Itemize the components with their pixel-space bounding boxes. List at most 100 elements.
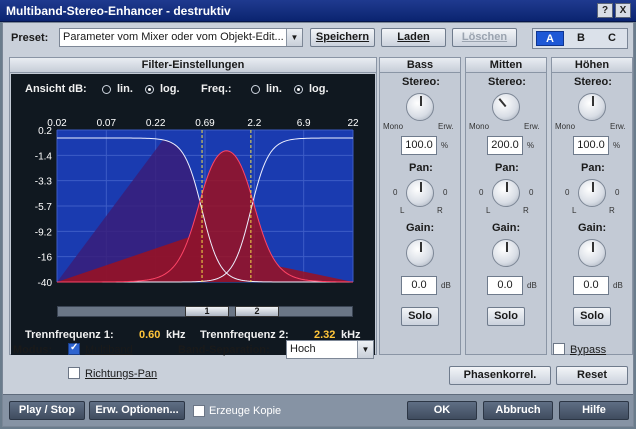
filter-panel-title: Filter-Einstellungen	[10, 58, 376, 73]
erw-label: Erw.	[438, 122, 454, 131]
pan-knob[interactable]	[578, 179, 606, 207]
db-unit: dB	[527, 281, 537, 290]
gain-label: Gain:	[578, 222, 607, 234]
gain-value-field[interactable]: 0.0	[487, 276, 523, 295]
freq-label: Freq.:	[201, 83, 232, 95]
gain-value-field[interactable]: 0.0	[573, 276, 609, 295]
extended-options-button[interactable]: Erw. Optionen...	[89, 401, 185, 420]
play-stop-button[interactable]: Play / Stop	[9, 401, 85, 420]
solo-button[interactable]: Solo	[573, 307, 611, 326]
y-tick-label: -5.7	[35, 202, 53, 213]
stereo-value-field[interactable]: 100.0	[573, 136, 609, 155]
footer-bar: Play / Stop Erw. Optionen... Erzeuge Kop…	[3, 394, 633, 426]
freq-lin-radio[interactable]	[251, 85, 260, 94]
x-tick-label: 2.2	[247, 118, 261, 129]
cut1-label: Trennfrequenz 1:	[25, 329, 114, 341]
multiband-checkbox[interactable]	[68, 342, 80, 355]
mono-label: Mono	[469, 122, 490, 131]
title-bar: Multiband-Stereo-Enhancer - destruktiv ?…	[0, 0, 636, 22]
phase-correlation-button[interactable]: Phasenkorrel.	[449, 366, 551, 385]
db-unit: dB	[441, 281, 451, 290]
db-unit: dB	[613, 281, 623, 290]
band-panel-2: Höhen Stereo: Mono Erw. 100.0 % Pan: 0 0…	[551, 57, 633, 355]
view-db-log-label: log.	[160, 83, 180, 95]
erw-label: Erw.	[524, 122, 540, 131]
band-title: Höhen	[552, 58, 632, 73]
y-tick-label: -9.2	[35, 227, 53, 238]
cut2-label: Trennfrequenz 2:	[200, 329, 289, 341]
frequency-response-graph[interactable]: 0.02 0.07 0.22 0.69 2.2 6.9 220.2-1.4-3.3-5.7-…	[12, 114, 374, 304]
y-tick-label: -40	[38, 278, 53, 289]
stereo-value-field[interactable]: 100.0	[401, 136, 437, 155]
reset-button[interactable]: Reset	[556, 366, 628, 385]
preset-value: Parameter vom Mixer oder vom Objekt-Edit…	[63, 31, 284, 43]
pan-r: R	[437, 206, 443, 215]
preset-combo[interactable]: Parameter vom Mixer oder vom Objekt-Edit…	[59, 28, 303, 47]
mode-label: Modus:	[13, 344, 53, 356]
tab-c[interactable]: C	[598, 31, 626, 46]
tab-a[interactable]: A	[536, 31, 564, 46]
stereo-knob[interactable]	[578, 93, 606, 121]
stereo-value-field[interactable]: 200.0	[487, 136, 523, 155]
gain-label: Gain:	[492, 222, 521, 234]
view-db-log-radio[interactable]	[145, 85, 154, 94]
ab-compare-tabs: A B C	[532, 28, 628, 49]
freq-log-radio[interactable]	[294, 85, 303, 94]
percent-unit: %	[441, 141, 449, 150]
richtungs-pan-checkbox[interactable]	[68, 367, 80, 379]
band-title: Mitten	[466, 58, 546, 73]
view-db-label: Ansicht dB:	[25, 83, 87, 95]
pan-r: R	[523, 206, 529, 215]
stereo-knob[interactable]	[492, 93, 520, 121]
x-tick-label: 0.07	[97, 118, 117, 129]
cut1-value[interactable]: 0.60	[139, 329, 160, 341]
stereo-knob[interactable]	[406, 93, 434, 121]
percent-unit: %	[613, 141, 621, 150]
solo-button[interactable]: Solo	[487, 307, 525, 326]
pan-l: L	[572, 206, 577, 215]
pan-knob[interactable]	[492, 179, 520, 207]
save-button[interactable]: Speichern	[310, 28, 375, 47]
load-button[interactable]: Laden	[381, 28, 446, 47]
close-title-button[interactable]: X	[615, 3, 631, 18]
cancel-button[interactable]: Abbruch	[483, 401, 553, 420]
crossover-handle-1[interactable]: 1	[185, 306, 229, 317]
filter-panel: Filter-Einstellungen Ansicht dB: lin. lo…	[9, 57, 377, 355]
solo-button[interactable]: Solo	[401, 307, 439, 326]
pan-knob[interactable]	[406, 179, 434, 207]
save-button-label: Speichern	[315, 31, 370, 43]
help-button[interactable]: Hilfe	[559, 401, 629, 420]
y-tick-label: -3.3	[35, 177, 53, 188]
gain-knob[interactable]	[578, 239, 606, 267]
pan-r: R	[609, 206, 615, 215]
gain-label: Gain:	[406, 222, 435, 234]
x-tick-label: 0.69	[195, 118, 215, 129]
view-db-lin-radio[interactable]	[102, 85, 111, 94]
load-button-label: Laden	[397, 31, 430, 43]
band-panel-0: Bass Stereo: Mono Erw. 100.0 % Pan: 0 0 …	[379, 57, 461, 355]
filter-display: Ansicht dB: lin. log. Freq.: lin. log. 0…	[11, 74, 375, 355]
pan-min: 0	[565, 188, 570, 197]
dialog-body: Preset: Parameter vom Mixer oder vom Obj…	[2, 22, 634, 427]
y-tick-label: 0.2	[38, 126, 52, 137]
window-title: Multiband-Stereo-Enhancer - destruktiv	[6, 4, 231, 18]
gain-knob[interactable]	[406, 239, 434, 267]
tab-b[interactable]: B	[567, 31, 595, 46]
crossover-handle-2[interactable]: 2	[235, 306, 279, 317]
x-tick-label: 6.9	[297, 118, 311, 129]
pan-l: L	[400, 206, 405, 215]
x-tick-label: 22	[347, 118, 359, 129]
help-title-button[interactable]: ?	[597, 3, 613, 18]
ok-button[interactable]: OK	[407, 401, 477, 420]
gain-knob[interactable]	[492, 239, 520, 267]
create-copy-checkbox[interactable]	[193, 405, 205, 417]
gain-value-field[interactable]: 0.0	[401, 276, 437, 295]
chevron-down-icon[interactable]: ▼	[357, 341, 373, 358]
view-db-lin-label: lin.	[117, 83, 133, 95]
bypass-checkbox[interactable]	[553, 343, 565, 355]
pan-l: L	[486, 206, 491, 215]
delete-button-label: Löschen	[461, 31, 508, 43]
band-separation-combo[interactable]: Hoch ▼	[286, 340, 374, 359]
chevron-down-icon[interactable]: ▼	[286, 29, 302, 46]
delete-button[interactable]: Löschen	[452, 28, 517, 47]
